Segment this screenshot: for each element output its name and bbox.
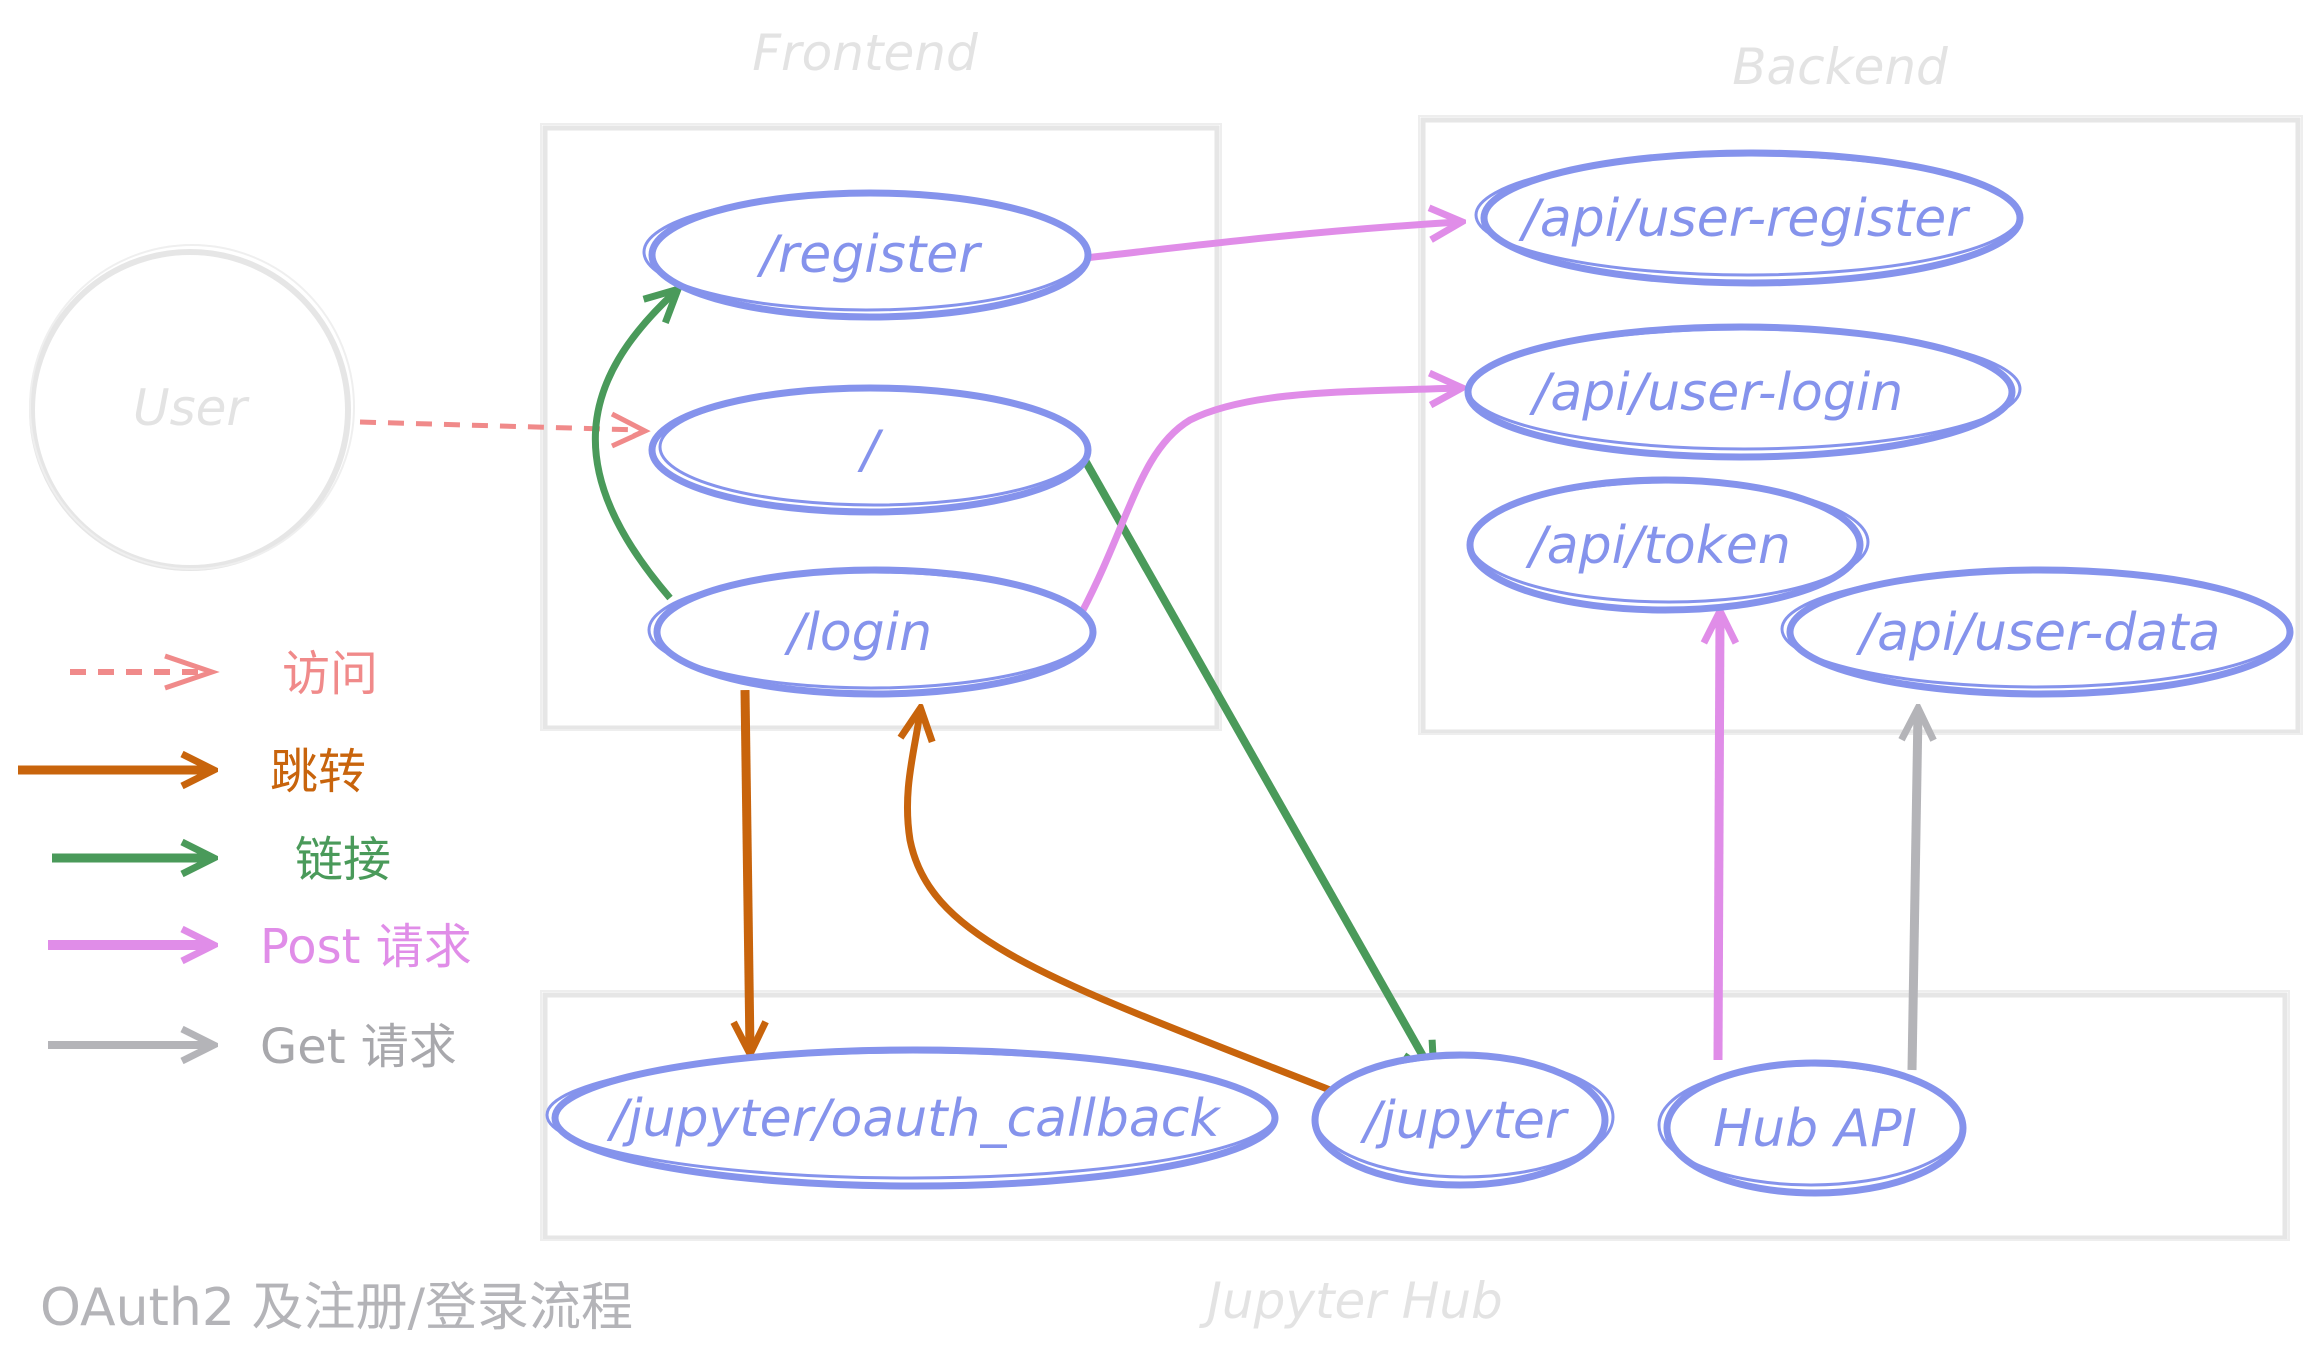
node-api-user-login-label: /api/user-login	[1529, 363, 1903, 423]
edge-login-to-api-user-login	[1078, 388, 1458, 614]
edge-login-to-oauth-callback	[745, 689, 750, 1050]
user-actor: User	[29, 244, 355, 571]
legend-link: 链接	[52, 832, 391, 888]
legend-redirect: 跳转	[18, 744, 366, 800]
edge-register-to-api-user-register	[1084, 222, 1458, 262]
legend-post: Post 请求	[48, 919, 472, 975]
node-root[interactable]: /	[648, 384, 1092, 516]
node-jupyter-label: /jupyter	[1360, 1091, 1570, 1151]
legend-link-label: 链接	[295, 832, 391, 888]
legend-get: Get 请求	[48, 1019, 457, 1075]
node-hub-api[interactable]: Hub API	[1657, 1059, 1967, 1197]
jupyterhub-label: Jupyter Hub	[1198, 1272, 1503, 1330]
diagram-caption: OAuth2 及注册/登录流程	[40, 1278, 633, 1338]
node-api-user-data[interactable]: /api/user-data	[1780, 566, 2294, 698]
legend: 访问 跳转 链接 Post 请求 Get 请求	[18, 646, 472, 1075]
node-api-user-register[interactable]: /api/user-register	[1474, 149, 2024, 287]
node-register[interactable]: /register	[642, 189, 1092, 321]
node-api-token-label: /api/token	[1525, 516, 1791, 576]
frontend-label: Frontend	[752, 24, 978, 82]
node-hub-api-label: Hub API	[1713, 1099, 1917, 1159]
node-oauth-callback[interactable]: /jupyter/oauth_callback	[545, 1046, 1279, 1190]
node-api-user-login[interactable]: /api/user-login	[1464, 323, 2022, 461]
node-oauth-callback-label: /jupyter/oauth_callback	[607, 1089, 1222, 1149]
node-jupyter[interactable]: /jupyter	[1311, 1051, 1615, 1189]
backend-label: Backend	[1732, 38, 1948, 96]
legend-visit: 访问	[70, 646, 378, 702]
user-label: User	[133, 379, 250, 437]
flow-diagram: Frontend Backend Jupyter Hub User /regis…	[18, 24, 2303, 1338]
edge-jupyter-to-login	[907, 712, 1332, 1094]
legend-get-label: Get 请求	[260, 1019, 457, 1075]
node-register-label: /register	[756, 225, 983, 285]
node-api-token[interactable]: /api/token	[1466, 476, 1870, 614]
legend-visit-label: 访问	[282, 646, 378, 702]
node-login-label: /login	[784, 603, 932, 663]
legend-post-label: Post 请求	[260, 919, 472, 975]
edge-hub-api-to-api-user-data	[1912, 712, 1918, 1071]
edge-root-to-jupyter	[1074, 446, 1432, 1072]
legend-redirect-label: 跳转	[270, 744, 366, 800]
node-login[interactable]: /login	[647, 566, 1097, 698]
node-api-user-register-label: /api/user-register	[1518, 189, 1971, 249]
edge-hub-api-to-api-token	[1718, 615, 1720, 1061]
node-api-user-data-label: /api/user-data	[1856, 603, 2221, 663]
